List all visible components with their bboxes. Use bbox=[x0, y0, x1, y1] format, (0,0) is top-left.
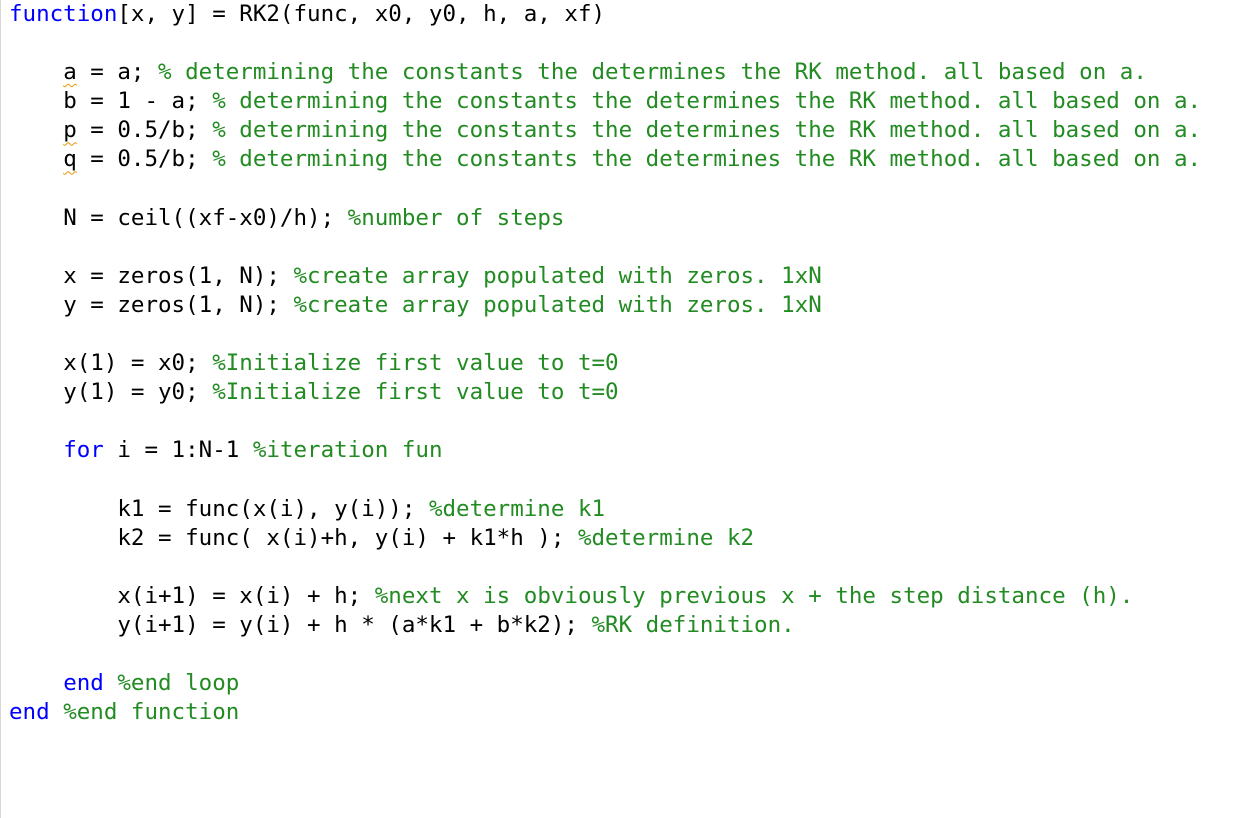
code-statement: = a; bbox=[76, 59, 159, 86]
code-warning-variable[interactable]: a bbox=[63, 59, 77, 85]
code-comment: %Initialize first value to t=0 bbox=[212, 379, 619, 406]
code-comment: % determining the constants the determin… bbox=[158, 59, 1147, 86]
code-line[interactable]: N = ceil((xf-x0)/h); %number of steps bbox=[9, 204, 1201, 233]
code-keyword: for bbox=[63, 437, 104, 464]
code-line[interactable] bbox=[9, 233, 1201, 262]
code-statement: y = zeros(1, N); bbox=[63, 291, 294, 318]
code-comment: %determine k2 bbox=[577, 524, 755, 551]
code-line[interactable]: b = 1 - a; % determining the constants t… bbox=[9, 87, 1201, 116]
code-statement: x(i+1) = x(i) + h; bbox=[117, 582, 375, 609]
code-statement: i = 1:N-1 bbox=[103, 437, 253, 464]
code-line[interactable]: y(1) = y0; %Initialize first value to t=… bbox=[9, 378, 1201, 407]
code-comment: % determining the constants the determin… bbox=[212, 146, 1202, 173]
code-comment: %determine k1 bbox=[428, 495, 606, 522]
code-statement bbox=[50, 699, 64, 725]
code-keyword: end bbox=[63, 670, 104, 697]
code-line[interactable]: k1 = func(x(i), y(i)); %determine k1 bbox=[9, 495, 1201, 524]
code-statement: [x, y] = RK2(func, x0, y0, h, a, xf) bbox=[117, 1, 606, 27]
code-line[interactable]: end %end loop bbox=[9, 669, 1201, 698]
code-statement: y(i+1) = y(i) + h * (a*k1 + b*k2); bbox=[117, 611, 592, 638]
code-keyword: end bbox=[9, 699, 50, 726]
code-line[interactable] bbox=[9, 320, 1201, 349]
code-statement: k2 = func( x(i)+h, y(i) + k1*h ); bbox=[117, 524, 578, 551]
code-line[interactable] bbox=[9, 29, 1201, 58]
code-statement: x = zeros(1, N); bbox=[63, 262, 294, 289]
code-statement: = 0.5/b; bbox=[76, 117, 213, 144]
code-comment: %create array populated with zeros. 1xN bbox=[293, 291, 822, 318]
code-statement: b = 1 - a; bbox=[63, 88, 213, 115]
code-editor[interactable]: function[x, y] = RK2(func, x0, y0, h, a,… bbox=[0, 0, 1234, 818]
code-warning-variable[interactable]: q bbox=[63, 146, 77, 172]
code-warning-variable[interactable]: p bbox=[63, 117, 77, 143]
code-comment: %end function bbox=[63, 699, 240, 726]
code-line[interactable]: x(i+1) = x(i) + h; %next x is obviously … bbox=[9, 582, 1201, 611]
code-line[interactable] bbox=[9, 407, 1201, 436]
code-line[interactable]: for i = 1:N-1 %iteration fun bbox=[9, 436, 1201, 465]
code-comment: %number of steps bbox=[347, 204, 565, 231]
code-line[interactable]: x(1) = x0; %Initialize first value to t=… bbox=[9, 349, 1201, 378]
code-comment: %create array populated with zeros. 1xN bbox=[293, 262, 822, 289]
code-line[interactable] bbox=[9, 175, 1201, 204]
code-comment: % determining the constants the determin… bbox=[212, 88, 1202, 115]
code-statement bbox=[104, 670, 118, 696]
code-statement: N = ceil((xf-x0)/h); bbox=[63, 204, 348, 231]
code-comment: %RK definition. bbox=[591, 611, 795, 638]
code-keyword: function bbox=[9, 1, 118, 27]
code-line[interactable] bbox=[9, 466, 1201, 495]
code-comment: %next x is obviously previous x + the st… bbox=[374, 582, 1134, 609]
code-statement: y(1) = y0; bbox=[63, 379, 213, 406]
code-text-area[interactable]: function[x, y] = RK2(func, x0, y0, h, a,… bbox=[9, 0, 1201, 727]
code-comment: % determining the constants the determin… bbox=[212, 117, 1202, 144]
code-line[interactable]: y = zeros(1, N); %create array populated… bbox=[9, 291, 1201, 320]
code-line[interactable]: a = a; % determining the constants the d… bbox=[9, 58, 1201, 87]
code-line[interactable]: end %end function bbox=[9, 698, 1201, 727]
code-line[interactable]: x = zeros(1, N); %create array populated… bbox=[9, 262, 1201, 291]
code-line[interactable] bbox=[9, 640, 1201, 669]
code-line[interactable] bbox=[9, 553, 1201, 582]
code-comment: %Initialize first value to t=0 bbox=[212, 350, 619, 377]
code-statement: x(1) = x0; bbox=[63, 350, 213, 377]
code-statement: = 0.5/b; bbox=[76, 146, 213, 173]
code-comment: %end loop bbox=[117, 670, 240, 697]
code-line[interactable]: y(i+1) = y(i) + h * (a*k1 + b*k2); %RK d… bbox=[9, 611, 1201, 640]
code-line[interactable]: k2 = func( x(i)+h, y(i) + k1*h ); %deter… bbox=[9, 524, 1201, 553]
code-line[interactable]: p = 0.5/b; % determining the constants t… bbox=[9, 116, 1201, 145]
code-line[interactable]: function[x, y] = RK2(func, x0, y0, h, a,… bbox=[9, 0, 1201, 29]
code-line[interactable]: q = 0.5/b; % determining the constants t… bbox=[9, 145, 1201, 174]
code-comment: %iteration fun bbox=[252, 437, 443, 464]
code-statement: k1 = func(x(i), y(i)); bbox=[117, 495, 429, 522]
